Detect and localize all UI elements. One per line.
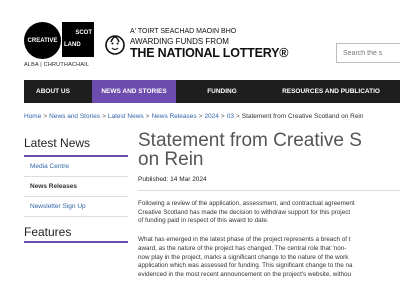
paragraph-line: of funding paid in respect of this award…: [138, 217, 269, 225]
logo-square: SCOT LAND: [62, 22, 94, 57]
paragraph-line: What has emerged in the latest phase of …: [138, 236, 351, 244]
logo-circle: CREATIVE: [24, 22, 61, 59]
nav-resources[interactable]: RESOURCES AND PUBLICATIO: [262, 80, 400, 103]
features-title: Features: [24, 225, 72, 239]
paragraph-line: now play in the project, marks a signifi…: [138, 253, 349, 261]
site-header: CREATIVE SCOT LAND ALBA | CHRUTHACHAIL A…: [0, 0, 400, 78]
breadcrumb-current: Statement from Creative Scotland on Rein: [241, 113, 364, 120]
logo-square-bottom: LAND: [64, 42, 81, 48]
nav-about-us[interactable]: ABOUT US: [24, 80, 82, 103]
breadcrumb-latest-news[interactable]: Latest News: [108, 113, 144, 120]
sidebar-title: Latest News: [24, 136, 91, 150]
breadcrumb-separator: >: [43, 113, 48, 120]
page-title-line-1: Statement from Creative S: [138, 130, 362, 151]
lottery-line-awarding: AWARDING FUNDS FROM: [130, 37, 229, 46]
sidebar: Latest News Media Centre News Releases N…: [24, 130, 128, 217]
paragraph-line: award, as the nature of the project has …: [138, 244, 347, 252]
breadcrumb-separator: >: [102, 113, 106, 120]
lottery-crossed-fingers-icon: [105, 35, 125, 55]
page-title-line-2: on Rein: [138, 149, 204, 170]
breadcrumb: Home > News and Stories > Latest News > News R…: [24, 113, 364, 120]
logo-square-top: SCOT: [75, 30, 92, 36]
breadcrumb-news-releases[interactable]: News Releases: [151, 113, 196, 120]
lottery-line-brand: THE NATIONAL LOTTERY®: [130, 46, 289, 60]
logo-subline: ALBA | CHRUTHACHAIL: [24, 62, 90, 68]
lottery-line-gaelic: A' TOIRT SEACHAD MAOIN BHO: [130, 28, 237, 35]
paragraph-line: evidenced in the most recent announcemen…: [138, 270, 351, 278]
article-paragraph-1: Following a review of the application, a…: [138, 200, 400, 226]
page-title: Statement from Creative S on Rein: [138, 131, 400, 169]
title-divider: [138, 190, 400, 191]
breadcrumb-separator: >: [198, 113, 203, 120]
paragraph-line: application which was assessed for fundi…: [138, 262, 353, 270]
nav-funding[interactable]: FUNDING: [192, 80, 252, 103]
sidebar-item-newsletter-sign-up[interactable]: Newsletter Sign Up: [24, 197, 128, 217]
breadcrumb-year[interactable]: 2024: [204, 113, 218, 120]
nav-news-and-stories[interactable]: NEWS AND STORIES: [92, 80, 176, 103]
paragraph-line: Following a review of the application, a…: [138, 200, 355, 207]
creative-scotland-logo[interactable]: CREATIVE SCOT LAND ALBA | CHRUTHACHAIL: [24, 22, 94, 72]
article: Statement from Creative S on Rein Publis…: [138, 131, 400, 280]
breadcrumb-news-and-stories[interactable]: News and Stories: [49, 113, 100, 120]
paragraph-line: Creative Scotland has made the decision …: [138, 208, 351, 216]
sidebar-item-media-centre[interactable]: Media Centre: [24, 157, 128, 177]
breadcrumb-home[interactable]: Home: [24, 113, 41, 120]
national-lottery-banner[interactable]: A' TOIRT SEACHAD MAOIN BHO AWARDING FUND…: [104, 28, 304, 68]
article-paragraph-2: What has emerged in the latest phase of …: [138, 236, 400, 280]
breadcrumb-separator: >: [220, 113, 225, 120]
published-date: Published: 14 Mar 2024: [138, 176, 207, 183]
logo-circle-text: CREATIVE: [27, 37, 58, 44]
main-nav: ABOUT US NEWS AND STORIES FUNDING RESOUR…: [24, 80, 400, 103]
features-title-rule: [24, 241, 128, 243]
breadcrumb-separator: >: [145, 113, 150, 120]
search-input[interactable]: [336, 43, 400, 63]
sidebar-item-news-releases[interactable]: News Releases: [24, 177, 128, 197]
breadcrumb-separator: >: [235, 113, 240, 120]
breadcrumb-month[interactable]: 03: [227, 113, 234, 120]
